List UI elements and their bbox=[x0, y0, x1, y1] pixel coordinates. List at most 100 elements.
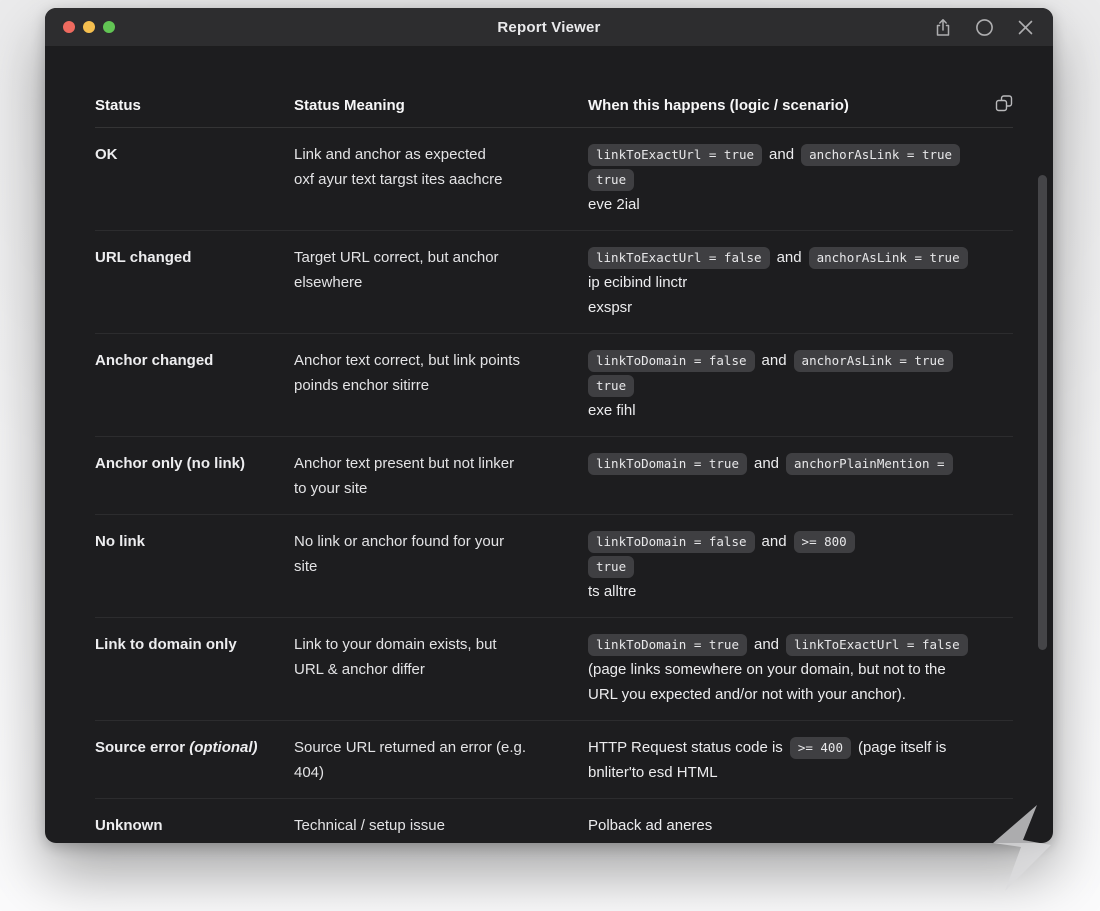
code-chip: >= 400 bbox=[790, 737, 851, 759]
status-cell: Source error (optional) bbox=[95, 735, 294, 785]
row-spacer bbox=[983, 451, 1013, 501]
report-content: Status Status Meaning When this happens … bbox=[45, 47, 1053, 843]
code-chip: linkToDomain = true bbox=[588, 453, 747, 475]
logic-line: linkToDomain = true and linkToExactUrl = f… bbox=[588, 632, 983, 657]
logic-line: (page links somewhere on your domain, bu… bbox=[588, 657, 983, 682]
status-cell: Unknown bbox=[95, 813, 294, 838]
row-spacer bbox=[983, 813, 1013, 838]
logic-cell: linkToDomain = true and linkToExactUrl = f… bbox=[588, 632, 983, 707]
status-cell: No link bbox=[95, 529, 294, 604]
meaning-cell: Anchor text present but not linker to yo… bbox=[294, 451, 588, 501]
header-status: Status bbox=[95, 97, 294, 114]
code-chip: true bbox=[588, 556, 634, 578]
meaning-cell: Source URL returned an error (e.g. 404) bbox=[294, 735, 588, 785]
status-label: URL changed bbox=[95, 249, 191, 266]
logic-cell: linkToDomain = false and anchorAsLink = tr… bbox=[588, 348, 983, 423]
logic-text: and bbox=[762, 352, 787, 369]
scrollbar-thumb[interactable] bbox=[1038, 175, 1047, 650]
row-spacer bbox=[983, 245, 1013, 320]
code-chip: anchorAsLink = true bbox=[809, 247, 968, 269]
logic-text: URL you expected and/or not with your an… bbox=[588, 686, 906, 703]
code-chip: anchorPlainMention = bbox=[786, 453, 953, 475]
code-chip: linkToDomain = false bbox=[588, 350, 755, 372]
status-label: No link bbox=[95, 533, 145, 550]
row-spacer bbox=[983, 735, 1013, 785]
logic-text: ts alltre bbox=[588, 583, 636, 600]
logic-line: eve 2ial bbox=[588, 192, 983, 217]
traffic-lights bbox=[63, 21, 115, 33]
code-chip: anchorAsLink = true bbox=[801, 144, 960, 166]
row-spacer bbox=[983, 632, 1013, 707]
code-chip: linkToExactUrl = false bbox=[786, 634, 968, 656]
logic-line: URL you expected and/or not with your an… bbox=[588, 682, 983, 707]
status-cell: OK bbox=[95, 142, 294, 217]
table-row: Link to domain only Link to your domain e… bbox=[95, 618, 1013, 721]
row-spacer bbox=[983, 142, 1013, 217]
logic-line: linkToDomain = false and >= 800 bbox=[588, 529, 983, 554]
meaning-cell: Link to your domain exists, but URL & an… bbox=[294, 632, 588, 707]
table-row: OK Link and anchor as expected oxf ayur t… bbox=[95, 128, 1013, 231]
header-status-meaning: Status Meaning bbox=[294, 97, 588, 114]
status-cell: Link to domain only bbox=[95, 632, 294, 707]
table-row: Anchor changedAnchor text correct, but l… bbox=[95, 334, 1013, 437]
logic-line: ts alltre bbox=[588, 579, 983, 604]
table-row: Anchor only (no link)Anchor text present… bbox=[95, 437, 1013, 515]
minimize-traffic-light[interactable] bbox=[83, 21, 95, 33]
logic-cell: linkToExactUrl = trueandanchorAsLink = t… bbox=[588, 142, 983, 217]
status-label: OK bbox=[95, 146, 118, 163]
titlebar-actions bbox=[933, 17, 1035, 37]
status-note: (optional) bbox=[185, 739, 257, 756]
code-chip: >= 800 bbox=[794, 531, 855, 553]
logic-text: and bbox=[777, 249, 802, 266]
status-label: Source error bbox=[95, 739, 185, 756]
code-chip: true bbox=[588, 169, 634, 191]
logic-text: and bbox=[769, 146, 794, 163]
header-when: When this happens (logic / scenario) bbox=[588, 97, 983, 114]
logic-text: (page links somewhere on your domain, bu… bbox=[588, 661, 946, 678]
table-header: Status Status Meaning When this happens … bbox=[95, 94, 1013, 128]
circle-icon[interactable] bbox=[974, 17, 994, 37]
code-chip: true bbox=[588, 375, 634, 397]
logic-cell: Polback ad aneres bbox=[588, 813, 983, 838]
close-icon[interactable] bbox=[1015, 17, 1035, 37]
table-row: UnknownTechnical / setup issuePolback ad… bbox=[95, 799, 1013, 843]
logic-text: exspsr bbox=[588, 299, 632, 316]
share-icon[interactable] bbox=[933, 17, 953, 37]
table-row: URL changedTarget URL correct, but ancho… bbox=[95, 231, 1013, 334]
status-cell: Anchor changed bbox=[95, 348, 294, 423]
logic-text: exe fihl bbox=[588, 402, 636, 419]
logic-cell: linkToDomain = false and >= 800 true ts allt… bbox=[588, 529, 983, 604]
row-spacer bbox=[983, 348, 1013, 423]
logic-line: bnliter'to esd HTML bbox=[588, 760, 983, 785]
logic-line: ip ecibind linctr bbox=[588, 270, 983, 295]
logic-line: true bbox=[588, 554, 983, 579]
status-label: Link to domain only bbox=[95, 636, 237, 653]
table-row: No link No link or anchor found for your … bbox=[95, 515, 1013, 618]
logic-line: linkToDomain = false and anchorAsLink = tr… bbox=[588, 348, 983, 373]
logic-line: true bbox=[588, 373, 983, 398]
code-chip: linkToDomain = false bbox=[588, 531, 755, 553]
meaning-cell: No link or anchor found for your site bbox=[294, 529, 588, 604]
logic-text: and bbox=[754, 636, 779, 653]
meaning-cell: Anchor text correct, but link points poi… bbox=[294, 348, 588, 423]
logic-text: and bbox=[762, 533, 787, 550]
report-viewer-window: Report Viewer bbox=[45, 8, 1053, 843]
code-chip: linkToDomain = true bbox=[588, 634, 747, 656]
meaning-cell: Link and anchor as expected oxf ayur tex… bbox=[294, 142, 588, 217]
copy-icon[interactable] bbox=[995, 94, 1013, 116]
close-traffic-light[interactable] bbox=[63, 21, 75, 33]
zoom-traffic-light[interactable] bbox=[103, 21, 115, 33]
logic-line: linkToExactUrl = trueandanchorAsLink = t… bbox=[588, 142, 983, 167]
titlebar: Report Viewer bbox=[45, 8, 1053, 47]
table-row: Source error (optional)Source URL return… bbox=[95, 721, 1013, 799]
logic-line: linkToExactUrl = falseandanchorAsLink = … bbox=[588, 245, 983, 270]
meaning-cell: Technical / setup issue bbox=[294, 813, 588, 838]
logic-line: HTTP Request status code is>= 400(page i… bbox=[588, 735, 983, 760]
logic-text: HTTP Request status code is bbox=[588, 739, 783, 756]
logic-cell: HTTP Request status code is>= 400(page i… bbox=[588, 735, 983, 785]
logic-line: Polback ad aneres bbox=[588, 813, 983, 838]
table-body: OK Link and anchor as expected oxf ayur t… bbox=[95, 128, 1013, 843]
logic-text: ip ecibind linctr bbox=[588, 274, 687, 291]
code-chip: anchorAsLink = true bbox=[794, 350, 953, 372]
logic-line: linkToDomain = trueandanchorPlainMention… bbox=[588, 451, 983, 476]
